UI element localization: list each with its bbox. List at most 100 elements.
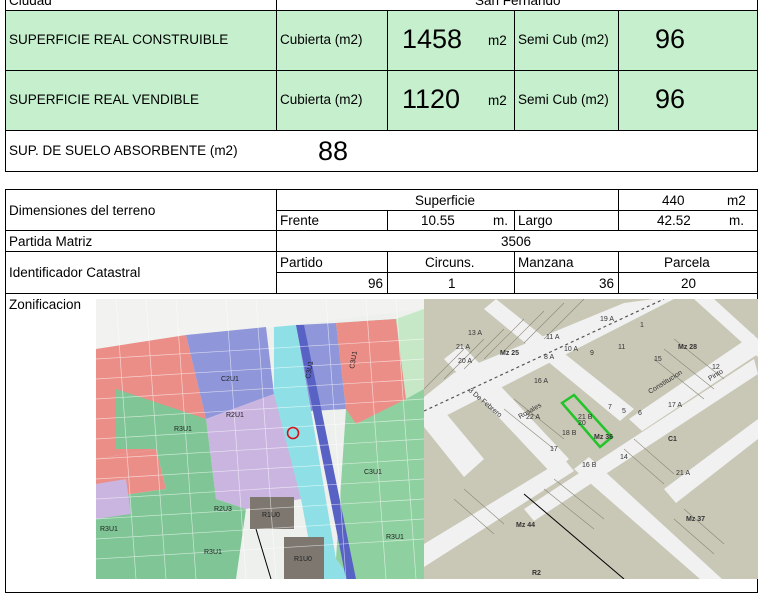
largo-label-cell: Largo [514, 210, 619, 231]
largo-unit: m. [729, 213, 744, 228]
largo-label: Largo [518, 213, 553, 228]
parcel-label: 14 [620, 454, 628, 461]
manzana-value: 36 [598, 276, 614, 291]
frente-label: Frente [280, 213, 320, 228]
ciudad-value: San Fernando [475, 0, 561, 8]
superficie-label-cell: Superficie [276, 189, 619, 211]
partido-label-cell: Partido [276, 251, 388, 273]
construible-semi-label: Semi Cub (m2) [518, 32, 609, 47]
manzana-label-cell: Manzana [514, 251, 619, 273]
zone-label: R3U1 [174, 426, 192, 433]
parcel-label: 17 [550, 446, 558, 453]
identificador-label: Identificador Catastral [9, 265, 141, 280]
zone-label: R3U1 [100, 526, 118, 533]
partida-value-cell: 3506 [276, 230, 758, 252]
parcel-label: 20 [578, 420, 586, 427]
block-label: Mz 25 [500, 350, 519, 357]
frente-label-cell: Frente [276, 210, 388, 231]
parcel-label: 11 [618, 344, 625, 351]
manzana-label: Manzana [518, 255, 574, 270]
parcel-label: 5 [622, 408, 626, 415]
zone-label: R3U1 [204, 549, 222, 556]
vendible-unit: m2 [488, 93, 507, 108]
block-label: Mz 28 [678, 344, 697, 351]
parcel-label: 13 A [468, 330, 482, 337]
zone-label: C2U1 [221, 376, 239, 383]
parcel-label: 21 A [456, 344, 470, 351]
vendible-cubierta-label-cell: Cubierta (m2) [276, 70, 388, 131]
superficie-label: Superficie [415, 193, 476, 208]
construible-cubierta-label: Cubierta (m2) [280, 32, 363, 47]
zone-label: R2U3 [214, 506, 232, 513]
construible-semi-value: 96 [655, 24, 686, 54]
parcel-label: 9 [590, 350, 594, 357]
circuns-label-cell: Circuns. [387, 251, 515, 273]
construible-cubierta-label-cell: Cubierta (m2) [276, 10, 388, 71]
frente-value: 10.55 [421, 213, 455, 228]
partido-value: 96 [367, 276, 383, 291]
vendible-label-cell: SUPERFICIE REAL VENDIBLE [5, 70, 277, 131]
parcel-label: 12 [712, 364, 720, 371]
vendible-semi-label-cell: Semi Cub (m2) [514, 70, 619, 131]
cadastral-map: Mz 25 Mz 28 Mz 36 Mz 44 Mz 37 3 De Febre… [424, 299, 758, 579]
construible-cubierta-value: 1458 [402, 24, 463, 54]
block-label: Mz 44 [516, 522, 535, 529]
partida-label-cell: Partida Matriz [5, 230, 277, 252]
block-label: Mz 37 [686, 516, 705, 523]
largo-value-cell: 42.52 m. [618, 210, 758, 231]
vendible-label: SUPERFICIE REAL VENDIBLE [9, 92, 200, 107]
construible-cubierta-value-cell: 1458 m2 [387, 10, 515, 71]
parcel-label: 21 A [676, 470, 690, 477]
zoning-map: C2U1 C3U1 R2U1 R3U1 C3U1 R3U1 R1U0 R1U0 … [96, 299, 424, 579]
construible-label-cell: SUPERFICIE REAL CONSTRUIBLE [5, 10, 277, 71]
parcela-label-cell: Parcela [618, 251, 758, 273]
parcel-label: 22 A [526, 414, 540, 421]
parcel-label: 1 [640, 322, 644, 329]
parcela-value: 20 [681, 276, 697, 291]
parcel-label: 17 A [668, 402, 682, 409]
partido-value-cell: 96 [276, 272, 388, 294]
superficie-unit: m2 [727, 193, 746, 208]
parcel-label: 20 A [458, 358, 472, 365]
circuns-label: Circuns. [425, 255, 475, 270]
partida-value: 3506 [501, 234, 532, 249]
parcel-label: 16 A [534, 378, 548, 385]
vendible-cubierta-value-cell: 1120 m2 [387, 70, 515, 131]
construible-label: SUPERFICIE REAL CONSTRUIBLE [9, 32, 229, 47]
zone-label: C3U1 [364, 469, 382, 476]
frente-value-cell: 10.55 m. [387, 210, 515, 231]
parcel-label: 8 A [544, 354, 554, 361]
zonificacion-label: Zonificacion [9, 297, 82, 312]
vendible-semi-value-cell: 96 [618, 70, 758, 131]
parcel-label: 16 B [582, 462, 597, 469]
vendible-semi-value: 96 [655, 84, 686, 114]
parcel-label: 15 [654, 356, 662, 363]
absorbente-label: SUP. DE SUELO ABSORBENTE (m2) [9, 143, 238, 158]
parcel-label: C1 [668, 436, 677, 443]
parcela-label: Parcela [664, 255, 710, 270]
parcel-label: 11 A [546, 334, 560, 341]
parcela-value-cell: 20 [618, 272, 758, 294]
vendible-semi-label: Semi Cub (m2) [518, 92, 609, 107]
block-label: Mz 36 [594, 434, 613, 441]
parcel-label: 6 [638, 410, 642, 417]
parcel-label: 21 B [578, 414, 593, 421]
partida-label: Partida Matriz [9, 234, 93, 249]
top-table: Ciudad San Fernando SUPERFICIE REAL CONS… [5, 0, 758, 172]
zone-label: R1U0 [262, 512, 280, 519]
superficie-value-cell: 440 m2 [618, 189, 758, 211]
absorbente-value: 88 [318, 136, 349, 166]
manzana-value-cell: 36 [514, 272, 619, 294]
identificador-label-cell: Identificador Catastral [5, 251, 277, 294]
largo-value: 42.52 [657, 213, 691, 228]
construible-semi-label-cell: Semi Cub (m2) [514, 10, 619, 71]
zone-label: R2U1 [226, 412, 244, 419]
absorbente-row: SUP. DE SUELO ABSORBENTE (m2) 88 [5, 130, 758, 172]
dimensiones-label-cell: Dimensiones del terreno [5, 189, 277, 231]
construible-semi-value-cell: 96 [618, 10, 758, 71]
zone-label: R3U1 [386, 534, 404, 541]
parcel-label: 7 [608, 404, 612, 411]
circuns-value: 1 [448, 276, 456, 291]
zone-label: R1U0 [294, 556, 312, 563]
parcel-label: 19 A [600, 316, 614, 323]
